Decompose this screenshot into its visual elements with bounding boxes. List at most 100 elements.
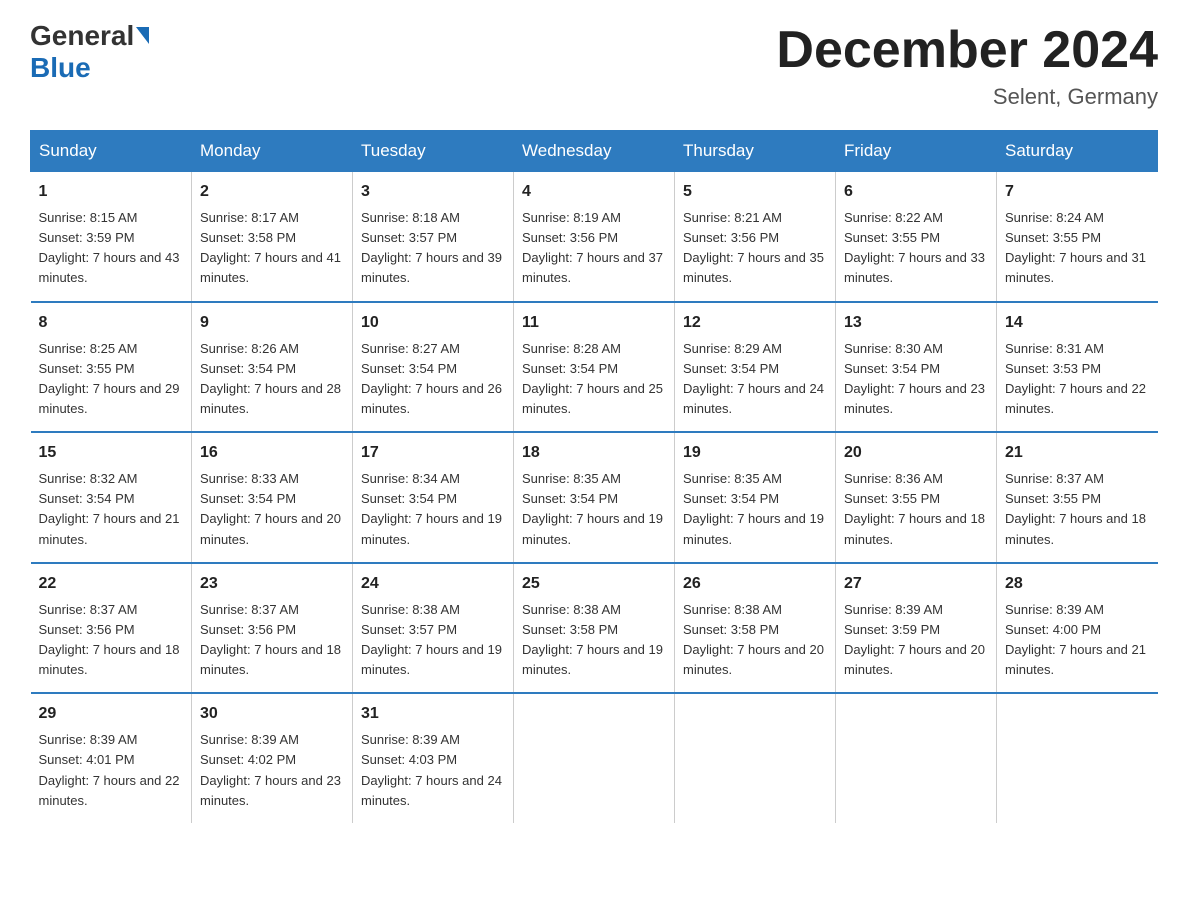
calendar-cell: 16Sunrise: 8:33 AMSunset: 3:54 PMDayligh… bbox=[192, 432, 353, 563]
calendar-week-row: 1Sunrise: 8:15 AMSunset: 3:59 PMDaylight… bbox=[31, 172, 1158, 302]
logo-blue-text: Blue bbox=[30, 52, 91, 83]
day-number: 12 bbox=[683, 311, 827, 335]
day-number: 19 bbox=[683, 441, 827, 465]
day-info: Sunrise: 8:39 AMSunset: 3:59 PMDaylight:… bbox=[844, 602, 985, 677]
day-number: 10 bbox=[361, 311, 505, 335]
calendar-cell: 28 Sunrise: 8:39 AMSunset: 4:00 PMDayligh… bbox=[997, 563, 1158, 694]
day-number: 9 bbox=[200, 311, 344, 335]
calendar-cell: 12Sunrise: 8:29 AMSunset: 3:54 PMDayligh… bbox=[675, 302, 836, 433]
calendar-cell: 1Sunrise: 8:15 AMSunset: 3:59 PMDaylight… bbox=[31, 172, 192, 302]
day-info: Sunrise: 8:37 AMSunset: 3:56 PMDaylight:… bbox=[39, 602, 180, 677]
day-number: 15 bbox=[39, 441, 184, 465]
day-info: Sunrise: 8:26 AMSunset: 3:54 PMDaylight:… bbox=[200, 341, 341, 416]
weekday-header-row: SundayMondayTuesdayWednesdayThursdayFrid… bbox=[31, 131, 1158, 172]
day-info: Sunrise: 8:28 AMSunset: 3:54 PMDaylight:… bbox=[522, 341, 663, 416]
weekday-header-thursday: Thursday bbox=[675, 131, 836, 172]
day-number: 3 bbox=[361, 180, 505, 204]
calendar-cell: 19Sunrise: 8:35 AMSunset: 3:54 PMDayligh… bbox=[675, 432, 836, 563]
day-number: 26 bbox=[683, 572, 827, 596]
page-header: General Blue December 2024 Selent, Germa… bbox=[30, 20, 1158, 110]
day-info: Sunrise: 8:32 AMSunset: 3:54 PMDaylight:… bbox=[39, 471, 180, 546]
day-number: 27 bbox=[844, 572, 988, 596]
day-info: Sunrise: 8:27 AMSunset: 3:54 PMDaylight:… bbox=[361, 341, 502, 416]
calendar-cell: 3Sunrise: 8:18 AMSunset: 3:57 PMDaylight… bbox=[353, 172, 514, 302]
calendar-cell: 8 Sunrise: 8:25 AMSunset: 3:55 PMDaylight… bbox=[31, 302, 192, 433]
day-number: 4 bbox=[522, 180, 666, 204]
calendar-cell: 26 Sunrise: 8:38 AMSunset: 3:58 PMDayligh… bbox=[675, 563, 836, 694]
calendar-cell bbox=[997, 693, 1158, 823]
day-number: 30 bbox=[200, 702, 344, 726]
day-info: Sunrise: 8:38 AMSunset: 3:58 PMDaylight:… bbox=[522, 602, 663, 677]
day-number: 1 bbox=[39, 180, 184, 204]
calendar-week-row: 29 Sunrise: 8:39 AMSunset: 4:01 PMDayligh… bbox=[31, 693, 1158, 823]
day-info: Sunrise: 8:37 AMSunset: 3:56 PMDaylight:… bbox=[200, 602, 341, 677]
day-number: 28 bbox=[1005, 572, 1150, 596]
calendar-cell: 11 Sunrise: 8:28 AMSunset: 3:54 PMDayligh… bbox=[514, 302, 675, 433]
calendar-cell: 5 Sunrise: 8:21 AMSunset: 3:56 PMDaylight… bbox=[675, 172, 836, 302]
weekday-header-sunday: Sunday bbox=[31, 131, 192, 172]
calendar-cell: 7 Sunrise: 8:24 AMSunset: 3:55 PMDaylight… bbox=[997, 172, 1158, 302]
calendar-cell: 24Sunrise: 8:38 AMSunset: 3:57 PMDayligh… bbox=[353, 563, 514, 694]
day-number: 6 bbox=[844, 180, 988, 204]
day-info: Sunrise: 8:39 AMSunset: 4:03 PMDaylight:… bbox=[361, 732, 502, 807]
day-info: Sunrise: 8:34 AMSunset: 3:54 PMDaylight:… bbox=[361, 471, 502, 546]
calendar-cell: 21 Sunrise: 8:37 AMSunset: 3:55 PMDayligh… bbox=[997, 432, 1158, 563]
day-number: 8 bbox=[39, 311, 184, 335]
day-number: 11 bbox=[522, 311, 666, 335]
day-number: 17 bbox=[361, 441, 505, 465]
calendar-cell: 23 Sunrise: 8:37 AMSunset: 3:56 PMDayligh… bbox=[192, 563, 353, 694]
calendar-cell: 13 Sunrise: 8:30 AMSunset: 3:54 PMDayligh… bbox=[836, 302, 997, 433]
calendar-cell: 6 Sunrise: 8:22 AMSunset: 3:55 PMDaylight… bbox=[836, 172, 997, 302]
day-info: Sunrise: 8:36 AMSunset: 3:55 PMDaylight:… bbox=[844, 471, 985, 546]
day-number: 21 bbox=[1005, 441, 1150, 465]
calendar-cell: 31Sunrise: 8:39 AMSunset: 4:03 PMDayligh… bbox=[353, 693, 514, 823]
day-number: 7 bbox=[1005, 180, 1150, 204]
day-info: Sunrise: 8:39 AMSunset: 4:00 PMDaylight:… bbox=[1005, 602, 1146, 677]
calendar-cell: 20 Sunrise: 8:36 AMSunset: 3:55 PMDayligh… bbox=[836, 432, 997, 563]
calendar-cell: 9 Sunrise: 8:26 AMSunset: 3:54 PMDaylight… bbox=[192, 302, 353, 433]
day-number: 23 bbox=[200, 572, 344, 596]
calendar-cell: 17 Sunrise: 8:34 AMSunset: 3:54 PMDayligh… bbox=[353, 432, 514, 563]
day-number: 5 bbox=[683, 180, 827, 204]
calendar-cell: 2 Sunrise: 8:17 AMSunset: 3:58 PMDaylight… bbox=[192, 172, 353, 302]
logo: General Blue bbox=[30, 20, 149, 84]
calendar-cell: 27 Sunrise: 8:39 AMSunset: 3:59 PMDayligh… bbox=[836, 563, 997, 694]
day-info: Sunrise: 8:31 AMSunset: 3:53 PMDaylight:… bbox=[1005, 341, 1146, 416]
logo-general-text: General bbox=[30, 20, 134, 52]
calendar-cell: 10 Sunrise: 8:27 AMSunset: 3:54 PMDayligh… bbox=[353, 302, 514, 433]
calendar-week-row: 22Sunrise: 8:37 AMSunset: 3:56 PMDayligh… bbox=[31, 563, 1158, 694]
logo-arrow-icon bbox=[136, 27, 149, 44]
day-info: Sunrise: 8:39 AMSunset: 4:01 PMDaylight:… bbox=[39, 732, 180, 807]
day-number: 2 bbox=[200, 180, 344, 204]
day-info: Sunrise: 8:25 AMSunset: 3:55 PMDaylight:… bbox=[39, 341, 180, 416]
weekday-header-tuesday: Tuesday bbox=[353, 131, 514, 172]
day-info: Sunrise: 8:21 AMSunset: 3:56 PMDaylight:… bbox=[683, 210, 824, 285]
calendar-cell bbox=[675, 693, 836, 823]
weekday-header-wednesday: Wednesday bbox=[514, 131, 675, 172]
day-info: Sunrise: 8:30 AMSunset: 3:54 PMDaylight:… bbox=[844, 341, 985, 416]
calendar-week-row: 8 Sunrise: 8:25 AMSunset: 3:55 PMDaylight… bbox=[31, 302, 1158, 433]
month-title: December 2024 bbox=[776, 20, 1158, 80]
day-number: 13 bbox=[844, 311, 988, 335]
day-info: Sunrise: 8:22 AMSunset: 3:55 PMDaylight:… bbox=[844, 210, 985, 285]
day-number: 18 bbox=[522, 441, 666, 465]
day-info: Sunrise: 8:17 AMSunset: 3:58 PMDaylight:… bbox=[200, 210, 341, 285]
day-info: Sunrise: 8:35 AMSunset: 3:54 PMDaylight:… bbox=[522, 471, 663, 546]
day-info: Sunrise: 8:37 AMSunset: 3:55 PMDaylight:… bbox=[1005, 471, 1146, 546]
calendar-cell: 18 Sunrise: 8:35 AMSunset: 3:54 PMDayligh… bbox=[514, 432, 675, 563]
weekday-header-saturday: Saturday bbox=[997, 131, 1158, 172]
calendar-cell: 4 Sunrise: 8:19 AMSunset: 3:56 PMDaylight… bbox=[514, 172, 675, 302]
day-number: 16 bbox=[200, 441, 344, 465]
weekday-header-monday: Monday bbox=[192, 131, 353, 172]
calendar-cell bbox=[836, 693, 997, 823]
day-number: 20 bbox=[844, 441, 988, 465]
day-number: 29 bbox=[39, 702, 184, 726]
day-number: 25 bbox=[522, 572, 666, 596]
day-info: Sunrise: 8:38 AMSunset: 3:58 PMDaylight:… bbox=[683, 602, 824, 677]
day-info: Sunrise: 8:39 AMSunset: 4:02 PMDaylight:… bbox=[200, 732, 341, 807]
calendar-table: SundayMondayTuesdayWednesdayThursdayFrid… bbox=[30, 130, 1158, 823]
calendar-cell: 25 Sunrise: 8:38 AMSunset: 3:58 PMDayligh… bbox=[514, 563, 675, 694]
day-info: Sunrise: 8:19 AMSunset: 3:56 PMDaylight:… bbox=[522, 210, 663, 285]
day-info: Sunrise: 8:24 AMSunset: 3:55 PMDaylight:… bbox=[1005, 210, 1146, 285]
calendar-cell: 29 Sunrise: 8:39 AMSunset: 4:01 PMDayligh… bbox=[31, 693, 192, 823]
